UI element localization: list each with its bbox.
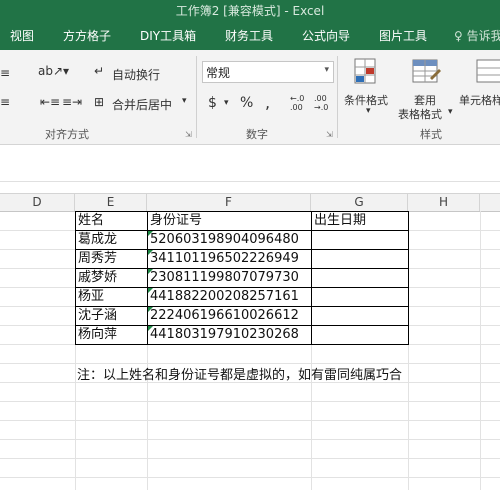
cell-birth[interactable] bbox=[312, 249, 408, 268]
increase-decimal-button[interactable]: ←.0 .00 bbox=[290, 94, 304, 112]
tab-diy-toolbox[interactable]: DIY工具箱 bbox=[140, 22, 196, 50]
cell-name[interactable]: 葛成龙 bbox=[76, 230, 147, 249]
ribbon: ≡ ab↗▾ ≡ ⇤≡ ≡⇥ ↵ 自动换行 ⊞ 合并后居中 ▾ 对齐方式 ⇲ 常… bbox=[0, 50, 500, 145]
wrap-text-button[interactable]: 自动换行 bbox=[112, 66, 160, 83]
number-format-select[interactable]: 常规 ▾ bbox=[202, 61, 334, 83]
number-format-value: 常规 bbox=[206, 66, 231, 80]
table-format-graphic bbox=[412, 59, 441, 83]
error-indicator-icon bbox=[148, 231, 153, 236]
tab-fangfang[interactable]: 方方格子 bbox=[63, 22, 111, 50]
cell-birth[interactable] bbox=[312, 287, 408, 306]
conditional-format-graphic bbox=[354, 58, 376, 84]
window-title: 工作簿2 [兼容模式] - Excel bbox=[175, 4, 325, 18]
group-alignment-label: 对齐方式 bbox=[45, 128, 89, 141]
tell-me-label: 告诉我 bbox=[466, 29, 500, 43]
column-header-g[interactable]: G bbox=[311, 194, 408, 211]
cell-name[interactable]: 沈子涵 bbox=[76, 306, 147, 325]
cell-birth[interactable] bbox=[312, 325, 408, 344]
cell-birth[interactable] bbox=[312, 306, 408, 325]
group-divider bbox=[337, 56, 338, 138]
tab-view[interactable]: 视图 bbox=[10, 22, 34, 50]
alignment-launcher-icon[interactable]: ⇲ bbox=[185, 130, 192, 139]
column-headers: D E F G H bbox=[0, 193, 500, 212]
tab-formula-wizard[interactable]: 公式向导 bbox=[302, 22, 350, 50]
header-cell-name[interactable]: 姓名 bbox=[76, 211, 147, 230]
align-right-icon[interactable]: ≡ bbox=[0, 95, 10, 109]
group-divider bbox=[196, 56, 197, 138]
orientation-icon[interactable]: ab↗▾ bbox=[38, 64, 69, 78]
cell-id[interactable]: 441882200208257161 bbox=[148, 287, 311, 306]
column-header-f[interactable]: F bbox=[147, 194, 311, 211]
table-border bbox=[408, 211, 409, 345]
wrap-text-icon: ↵ bbox=[94, 64, 105, 78]
cell-id[interactable]: 222406196610026612 bbox=[148, 306, 311, 325]
column-header-e[interactable]: E bbox=[75, 194, 147, 211]
table-border bbox=[75, 344, 409, 345]
formula-bar-area bbox=[0, 145, 500, 182]
lightbulb-icon: ♀ bbox=[454, 29, 463, 43]
header-cell-birth[interactable]: 出生日期 bbox=[312, 211, 408, 230]
table-format-icon[interactable] bbox=[410, 56, 442, 88]
cell-id[interactable]: 520603198904096480 bbox=[148, 230, 311, 249]
merge-dropdown-icon[interactable]: ▾ bbox=[182, 96, 187, 106]
error-indicator-icon bbox=[148, 326, 153, 331]
error-indicator-icon bbox=[148, 307, 153, 312]
title-bar: 工作簿2 [兼容模式] - Excel bbox=[0, 0, 500, 22]
conditional-format-dropdown-icon[interactable]: ▾ bbox=[366, 106, 371, 116]
comma-button[interactable]: , bbox=[265, 93, 270, 112]
number-launcher-icon[interactable]: ⇲ bbox=[326, 130, 333, 139]
column-header-h[interactable]: H bbox=[408, 194, 480, 211]
tab-finance-tools[interactable]: 财务工具 bbox=[225, 22, 273, 50]
table-format-label-line2[interactable]: 表格格式 bbox=[398, 106, 442, 122]
cell-styles-graphic bbox=[476, 59, 500, 83]
error-indicator-icon bbox=[148, 269, 153, 274]
decrease-indent-icon[interactable]: ⇤≡ bbox=[40, 95, 60, 109]
cell-id[interactable]: 441803197910230268 bbox=[148, 325, 311, 344]
merge-center-icon: ⊞ bbox=[94, 95, 105, 109]
decrease-decimal-button[interactable]: .00 →.0 bbox=[314, 94, 328, 112]
percent-button[interactable]: % bbox=[240, 95, 253, 111]
disclaimer-note[interactable]: 注：以上姓名和身份证号都是虚拟的，如有雷同纯属巧合 bbox=[77, 364, 402, 383]
cell-name[interactable]: 戚梦娇 bbox=[76, 268, 147, 287]
header-cell-id[interactable]: 身份证号 bbox=[148, 211, 311, 230]
tab-picture-tools[interactable]: 图片工具 bbox=[379, 22, 427, 50]
grid-col-line bbox=[480, 211, 481, 490]
cell-styles-icon[interactable] bbox=[474, 56, 500, 88]
tell-me-box[interactable]: ♀ 告诉我 bbox=[454, 22, 500, 50]
cell-birth[interactable] bbox=[312, 268, 408, 287]
cell-styles-button[interactable]: 单元格样式 bbox=[459, 92, 500, 108]
increase-indent-icon[interactable]: ≡⇥ bbox=[62, 95, 82, 109]
cell-name[interactable]: 周秀芳 bbox=[76, 249, 147, 268]
cell-name[interactable]: 杨向萍 bbox=[76, 325, 147, 344]
conditional-format-icon[interactable] bbox=[352, 56, 382, 88]
currency-dropdown-icon[interactable]: ▾ bbox=[224, 98, 229, 108]
error-indicator-icon bbox=[148, 288, 153, 293]
cell-name[interactable]: 杨亚 bbox=[76, 287, 147, 306]
cell-id[interactable]: 341101196502226949 bbox=[148, 249, 311, 268]
merge-center-button[interactable]: 合并后居中 bbox=[112, 96, 172, 113]
cell-id[interactable]: 230811199807079730 bbox=[148, 268, 311, 287]
group-number-label: 数字 bbox=[246, 128, 268, 141]
chevron-down-icon: ▾ bbox=[324, 65, 329, 75]
currency-button[interactable]: $ bbox=[208, 95, 217, 111]
ribbon-tabs: 视图 方方格子 DIY工具箱 财务工具 公式向导 图片工具 ♀ 告诉我 bbox=[0, 22, 500, 50]
error-indicator-icon bbox=[148, 250, 153, 255]
align-left-icon[interactable]: ≡ bbox=[0, 66, 10, 80]
cell-birth[interactable] bbox=[312, 230, 408, 249]
table-format-dropdown-icon[interactable]: ▾ bbox=[448, 107, 453, 117]
column-header-d[interactable]: D bbox=[0, 194, 75, 211]
group-styles-label: 样式 bbox=[420, 128, 442, 141]
